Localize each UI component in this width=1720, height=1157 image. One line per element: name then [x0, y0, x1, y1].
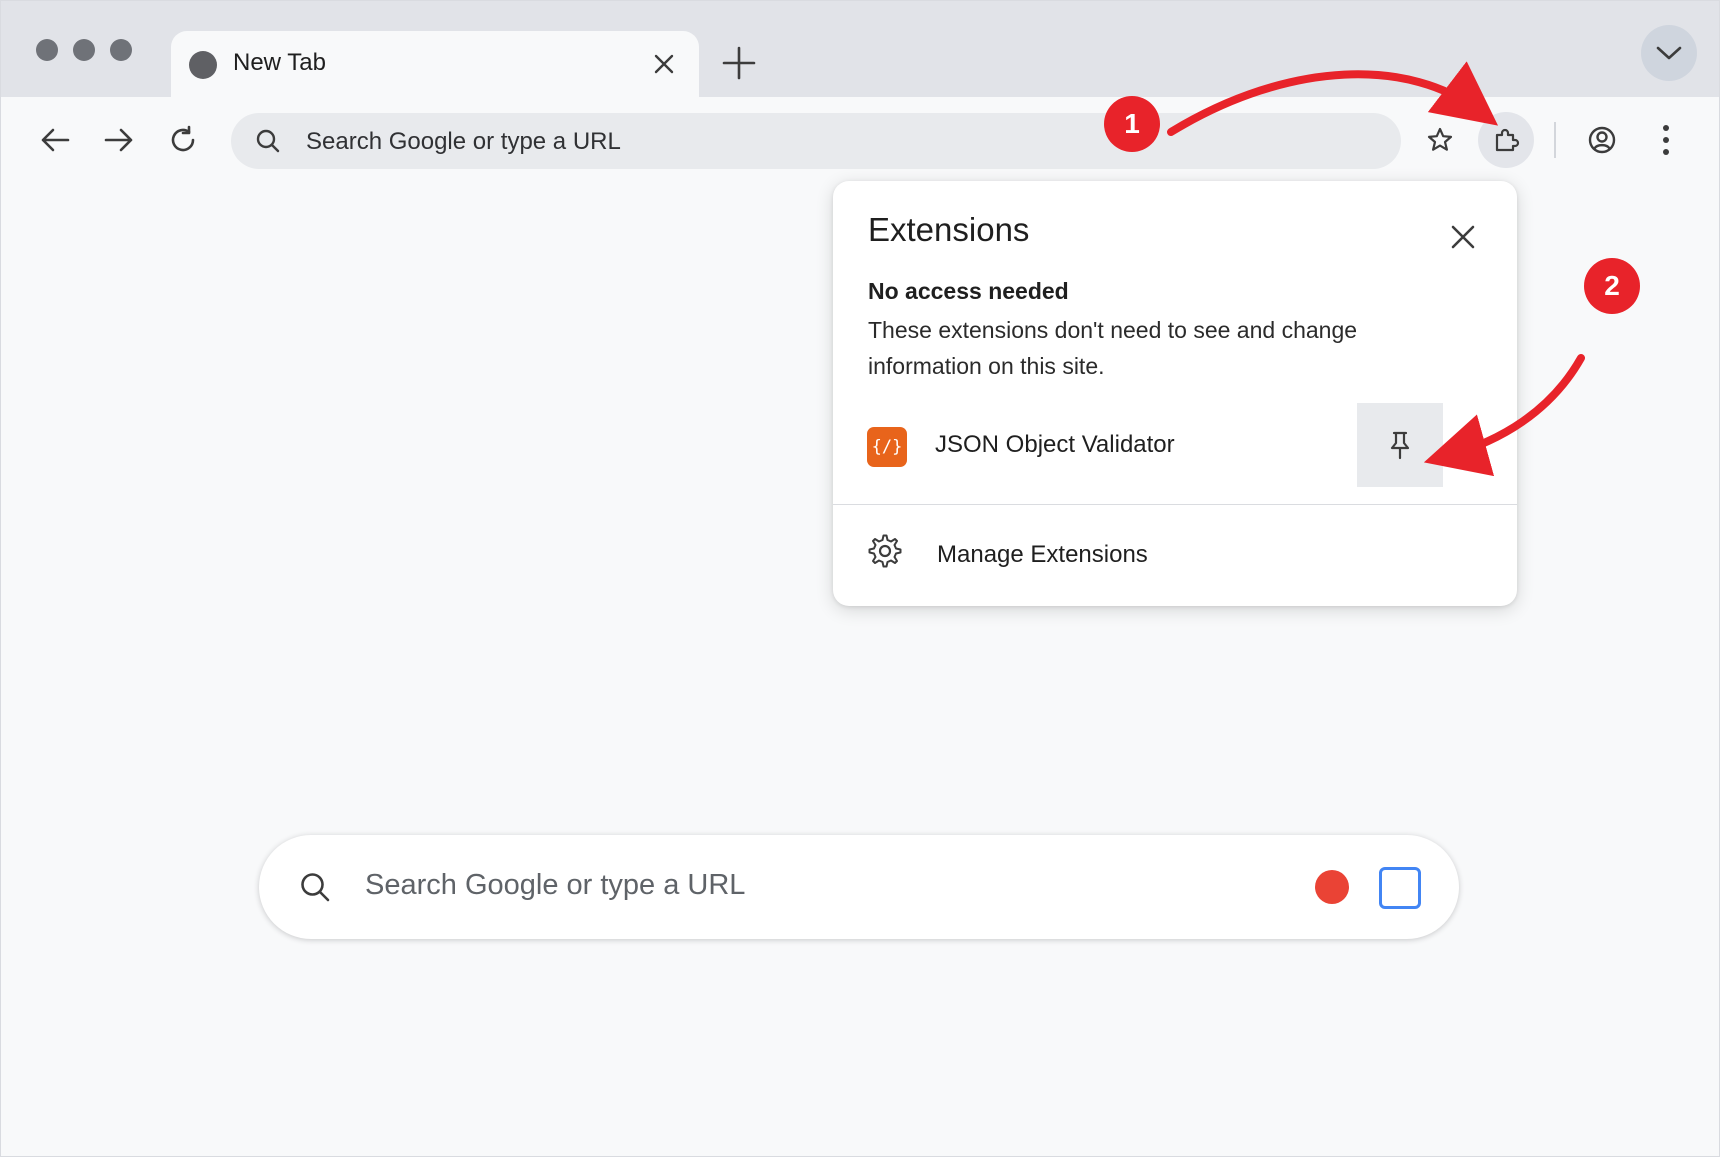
toolbar-separator	[1554, 122, 1556, 158]
new-tab-button[interactable]	[719, 43, 759, 83]
forward-icon	[104, 128, 133, 152]
extensions-popup: Extensions No access needed These extens…	[833, 181, 1517, 606]
ntp-search-placeholder: Search Google or type a URL	[365, 869, 746, 901]
close-icon	[654, 54, 674, 74]
window-minimize-dot[interactable]	[73, 39, 95, 61]
star-icon	[1427, 127, 1453, 151]
chrome-menu-button[interactable]	[1642, 116, 1690, 164]
popup-close-button[interactable]	[1443, 217, 1483, 257]
ntp-search-box[interactable]: Search Google or type a URL	[259, 835, 1459, 939]
voice-search-icon[interactable]	[1315, 870, 1349, 904]
lens-search-icon[interactable]	[1379, 867, 1421, 909]
tab-title: New Tab	[233, 49, 326, 76]
window-maximize-dot[interactable]	[110, 39, 132, 61]
tab-strip: New Tab	[1, 1, 1719, 97]
browser-window: New Tab Search Google or type a URL Exte…	[0, 0, 1720, 1157]
tab-search-button[interactable]	[1641, 25, 1697, 81]
pin-icon	[1390, 431, 1410, 460]
address-bar[interactable]: Search Google or type a URL	[231, 113, 1401, 169]
step-badge-2: 2	[1584, 258, 1640, 314]
extension-icon: {/}	[867, 427, 907, 467]
search-icon	[301, 873, 330, 902]
back-icon	[41, 128, 70, 152]
chevron-down-icon	[1656, 46, 1682, 60]
manage-extensions-label: Manage Extensions	[937, 541, 1148, 568]
reload-button[interactable]	[159, 116, 207, 164]
tab-favicon-icon	[189, 51, 217, 79]
profile-button[interactable]	[1578, 116, 1626, 164]
account-icon	[1588, 126, 1616, 154]
kebab-icon	[1663, 125, 1669, 155]
manage-extensions-item[interactable]: Manage Extensions	[833, 505, 1517, 606]
popup-title: Extensions	[868, 211, 1030, 248]
section-description: These extensions don't need to see and c…	[868, 317, 1358, 379]
close-icon	[1451, 225, 1475, 249]
extension-row[interactable]: {/} JSON Object Validator	[833, 403, 1517, 487]
plus-icon	[722, 46, 756, 80]
extensions-button[interactable]	[1478, 112, 1534, 168]
pin-extension-button[interactable]	[1357, 403, 1443, 487]
step-badge-1: 1	[1104, 96, 1160, 152]
search-icon	[256, 129, 280, 153]
address-bar-placeholder: Search Google or type a URL	[306, 128, 621, 155]
forward-button[interactable]	[95, 116, 143, 164]
tab-close-button[interactable]	[649, 49, 679, 79]
extension-more-button[interactable]	[1459, 433, 1465, 439]
tab-new-tab[interactable]: New Tab	[171, 31, 699, 97]
bookmark-button[interactable]	[1416, 116, 1464, 164]
window-close-dot[interactable]	[36, 39, 58, 61]
back-button[interactable]	[31, 116, 79, 164]
section-heading: No access needed	[868, 278, 1069, 304]
puzzle-icon	[1495, 128, 1520, 152]
toolbar: Search Google or type a URL	[1, 97, 1719, 183]
reload-icon	[171, 125, 195, 152]
gear-icon	[868, 534, 902, 568]
extension-name: JSON Object Validator	[935, 431, 1175, 458]
